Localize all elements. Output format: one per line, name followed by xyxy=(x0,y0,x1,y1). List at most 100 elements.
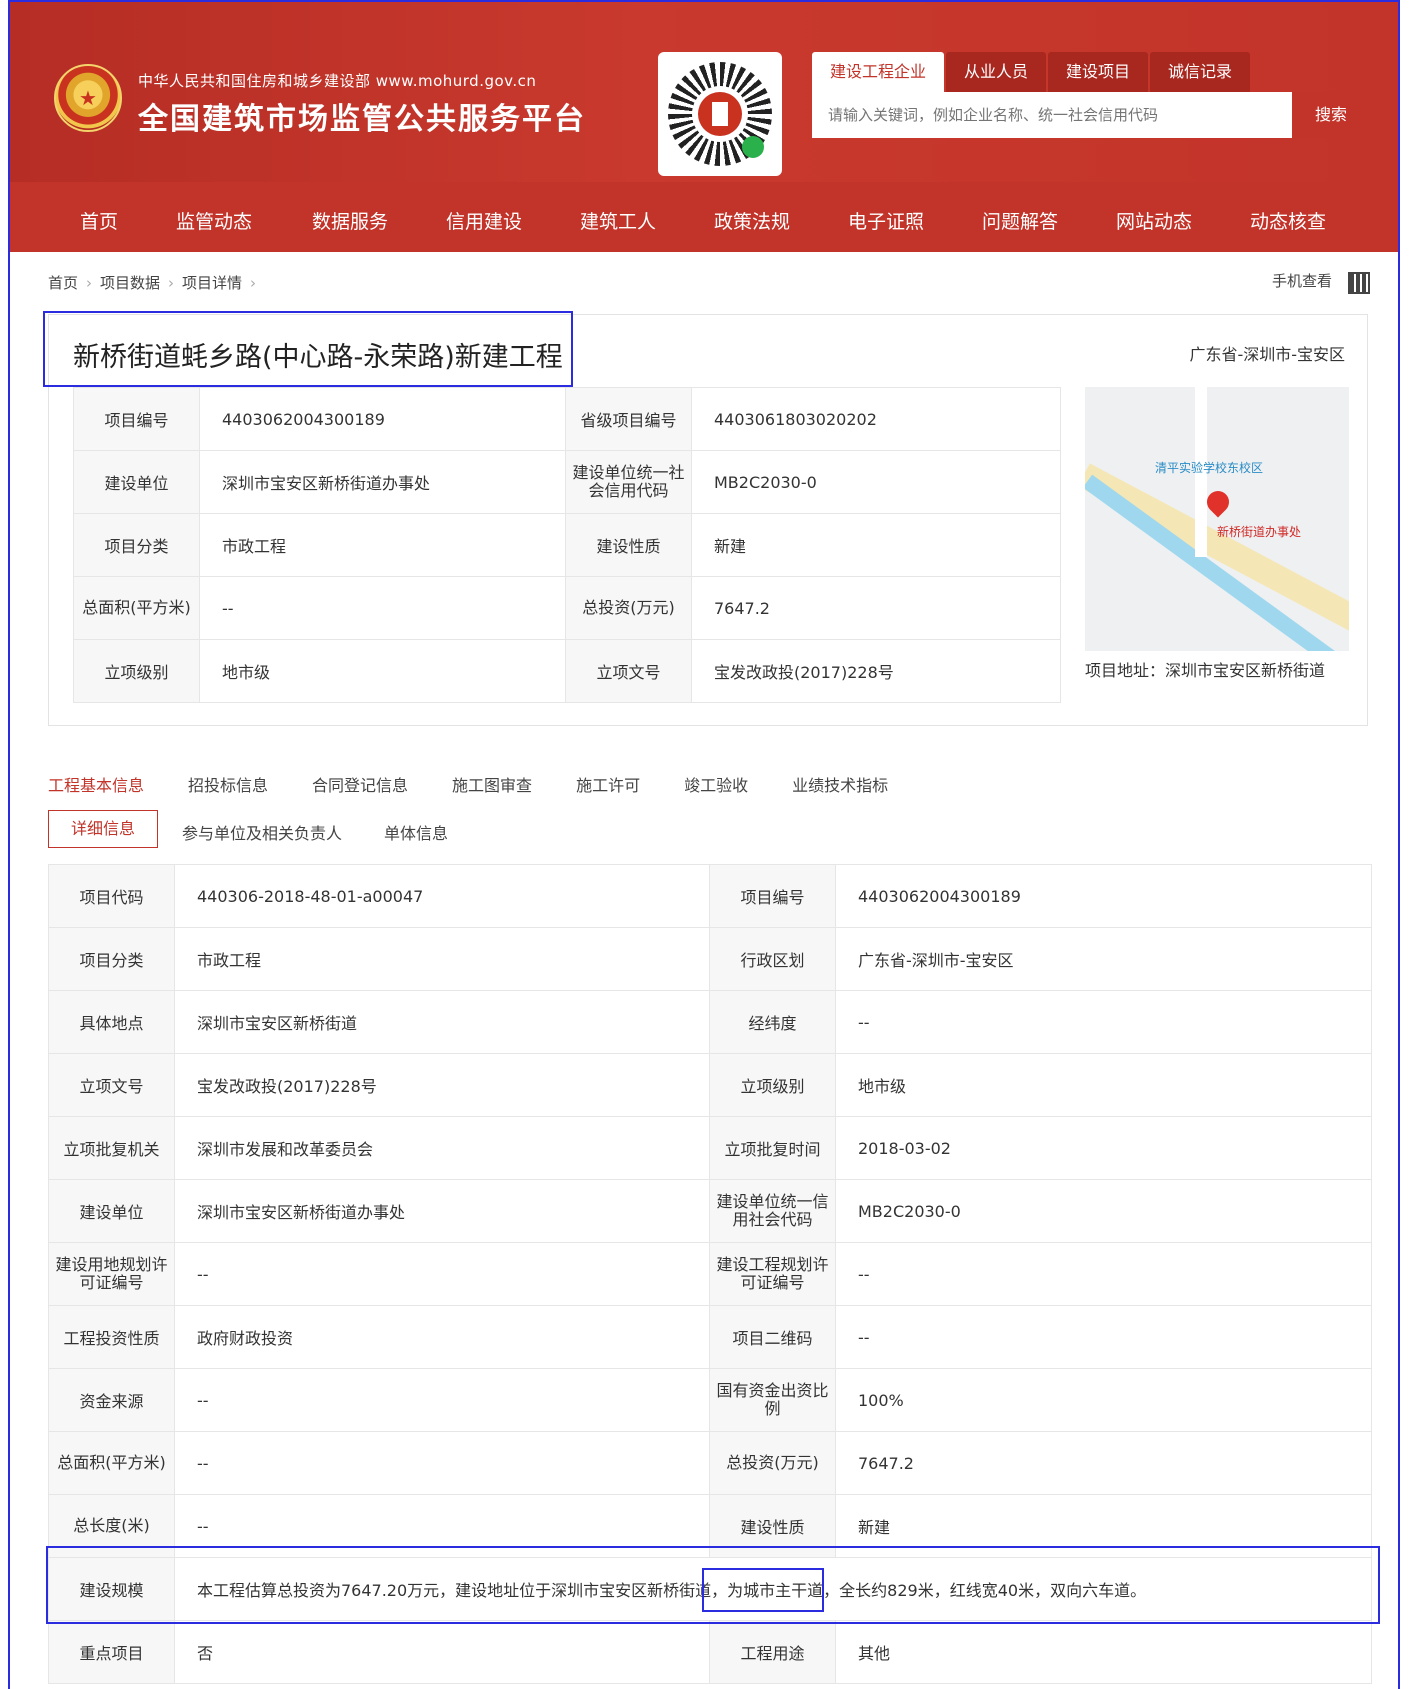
nav-supervision[interactable]: 监管动态 xyxy=(176,207,252,234)
search-tab-enterprise[interactable]: 建设工程企业 xyxy=(812,52,945,92)
table-row: 立项文号 宝发改政投(2017)228号 立项级别 地市级 xyxy=(48,1053,1372,1117)
nav-e-license[interactable]: 电子证照 xyxy=(848,207,924,234)
nav-home[interactable]: 首页 xyxy=(80,207,118,234)
subtab-details[interactable]: 详细信息 xyxy=(48,810,158,848)
cell-value: 4403062004300189 xyxy=(835,864,1372,928)
cell-value: 新建 xyxy=(691,513,1061,577)
cell-value: -- xyxy=(835,1242,1372,1306)
cell-key: 项目二维码 xyxy=(709,1305,836,1369)
cell-value: 2018-03-02 xyxy=(835,1116,1372,1180)
construction-scale-text: 本工程估算总投资为7647.20万元，建设地址位于深圳市宝安区新桥街道，为城市主… xyxy=(174,1557,1372,1621)
cell-key: 建设规模 xyxy=(48,1557,175,1621)
cell-value: 否 xyxy=(174,1620,710,1684)
table-row: 项目分类 市政工程 行政区划 广东省-深圳市-宝安区 xyxy=(48,927,1372,991)
site-header: ★ 中华人民共和国住房和城乡建设部 www.mohurd.gov.cn 全国建筑… xyxy=(10,2,1398,252)
cell-key: 项目编号 xyxy=(709,864,836,928)
table-row: 具体地点 深圳市宝安区新桥街道 经纬度 -- xyxy=(48,990,1372,1054)
cell-key: 项目分类 xyxy=(73,513,200,577)
table-row: 总面积(平方米) -- 总投资(万元) 7647.2 xyxy=(48,1431,1372,1495)
search-tab-personnel[interactable]: 从业人员 xyxy=(946,52,1047,92)
cell-value: 宝发改政投(2017)228号 xyxy=(691,639,1061,703)
cell-value: 深圳市发展和改革委员会 xyxy=(174,1116,710,1180)
chevron-right-icon: › xyxy=(168,274,175,292)
table-row: 项目编号 4403062004300189 省级项目编号 44030618030… xyxy=(73,387,1061,451)
cell-key: 具体地点 xyxy=(48,990,175,1054)
nav-credit[interactable]: 信用建设 xyxy=(446,207,522,234)
highlight-box-title xyxy=(43,311,573,387)
cell-value: 深圳市宝安区新桥街道 xyxy=(174,990,710,1054)
table-row: 总面积(平方米) -- 总投资(万元) 7647.2 xyxy=(73,576,1061,640)
table-row-scale: 建设规模 本工程估算总投资为7647.20万元，建设地址位于深圳市宝安区新桥街道… xyxy=(48,1557,1372,1621)
cell-value: -- xyxy=(199,576,566,640)
table-row: 建设单位 深圳市宝安区新桥街道办事处 建设单位统一信用社会代码 MB2C2030… xyxy=(48,1179,1372,1243)
search-tab-credit[interactable]: 诚信记录 xyxy=(1150,52,1251,92)
nav-policy[interactable]: 政策法规 xyxy=(714,207,790,234)
summary-table: 项目编号 4403062004300189 省级项目编号 44030618030… xyxy=(73,387,1061,703)
site-title[interactable]: 全国建筑市场监管公共服务平台 xyxy=(138,94,586,138)
breadcrumb-project-data[interactable]: 项目数据 xyxy=(100,274,160,292)
tab-performance[interactable]: 业绩技术指标 xyxy=(792,772,888,796)
cell-key: 建设单位 xyxy=(48,1179,175,1243)
nav-site-news[interactable]: 网站动态 xyxy=(1116,207,1192,234)
cell-value: 深圳市宝安区新桥街道办事处 xyxy=(174,1179,710,1243)
cell-key: 立项级别 xyxy=(73,639,200,703)
qr-mini-icon[interactable] xyxy=(1348,272,1370,294)
table-row: 重点项目 否 工程用途 其他 xyxy=(48,1620,1372,1684)
cell-value: 市政工程 xyxy=(199,513,566,577)
mobile-view-link[interactable]: 手机查看 xyxy=(1272,270,1332,291)
cell-key: 资金来源 xyxy=(48,1368,175,1432)
cell-key: 建设用地规划许可证编号 xyxy=(48,1242,175,1306)
cell-value: 4403061803020202 xyxy=(691,387,1061,451)
cell-key: 总长度(米) xyxy=(48,1494,175,1558)
cell-key: 总投资(万元) xyxy=(709,1431,836,1495)
tab-contract[interactable]: 合同登记信息 xyxy=(312,772,408,796)
cell-key: 工程投资性质 xyxy=(48,1305,175,1369)
table-row: 项目分类 市政工程 建设性质 新建 xyxy=(73,513,1061,577)
table-row: 项目代码 440306-2018-48-01-a00047 项目编号 44030… xyxy=(48,864,1372,928)
cell-key: 总面积(平方米) xyxy=(73,576,200,640)
search-tab-project[interactable]: 建设项目 xyxy=(1048,52,1149,92)
subtab-participants[interactable]: 参与单位及相关负责人 xyxy=(182,820,342,844)
chevron-right-icon: › xyxy=(250,274,257,292)
cell-value: 440306-2018-48-01-a00047 xyxy=(174,864,710,928)
cell-value: 7647.2 xyxy=(835,1431,1372,1495)
cell-value: 4403062004300189 xyxy=(199,387,566,451)
project-map[interactable]: 清平实验学校东校区 新桥街道办事处 xyxy=(1085,387,1349,651)
cell-value: 地市级 xyxy=(199,639,566,703)
cell-key: 建设单位统一社会信用代码 xyxy=(565,450,692,514)
cell-value: 新建 xyxy=(835,1494,1372,1558)
cell-key: 立项批复机关 xyxy=(48,1116,175,1180)
search-button[interactable]: 搜索 xyxy=(1292,92,1370,138)
breadcrumb-home[interactable]: 首页 xyxy=(48,274,78,292)
nav-data-service[interactable]: 数据服务 xyxy=(312,207,388,234)
qr-code-icon xyxy=(658,52,782,176)
map-label-school: 清平实验学校东校区 xyxy=(1155,461,1264,475)
cell-key: 项目编号 xyxy=(73,387,200,451)
tab-acceptance[interactable]: 竣工验收 xyxy=(684,772,748,796)
search-input[interactable] xyxy=(812,92,1292,138)
subtab-units[interactable]: 单体信息 xyxy=(384,820,448,844)
cell-key: 省级项目编号 xyxy=(565,387,692,451)
chevron-right-icon: › xyxy=(86,274,93,292)
table-row: 总长度(米) -- 建设性质 新建 xyxy=(48,1494,1372,1558)
browser-frame: ★ 中华人民共和国住房和城乡建设部 www.mohurd.gov.cn 全国建筑… xyxy=(8,0,1400,1689)
nav-workers[interactable]: 建筑工人 xyxy=(580,207,656,234)
cell-value: 地市级 xyxy=(835,1053,1372,1117)
cell-value: -- xyxy=(835,1305,1372,1369)
tab-bidding[interactable]: 招投标信息 xyxy=(188,772,268,796)
cell-key: 建设工程规划许可证编号 xyxy=(709,1242,836,1306)
cell-value: -- xyxy=(174,1242,710,1306)
tab-drawing-review[interactable]: 施工图审查 xyxy=(452,772,532,796)
nav-dynamic-check[interactable]: 动态核查 xyxy=(1250,207,1326,234)
detail-table: 项目代码 440306-2018-48-01-a00047 项目编号 44030… xyxy=(48,864,1372,1684)
tab-permit[interactable]: 施工许可 xyxy=(576,772,640,796)
cell-key: 总投资(万元) xyxy=(565,576,692,640)
cell-value: -- xyxy=(174,1368,710,1432)
nav-faq[interactable]: 问题解答 xyxy=(982,207,1058,234)
cell-key: 立项批复时间 xyxy=(709,1116,836,1180)
tab-basic-info[interactable]: 工程基本信息 xyxy=(48,772,144,796)
breadcrumb-project-detail[interactable]: 项目详情 xyxy=(182,274,242,292)
cell-value: 其他 xyxy=(835,1620,1372,1684)
cell-key: 建设单位 xyxy=(73,450,200,514)
info-tabs: 工程基本信息 招投标信息 合同登记信息 施工图审查 施工许可 竣工验收 业绩技术… xyxy=(48,772,932,796)
